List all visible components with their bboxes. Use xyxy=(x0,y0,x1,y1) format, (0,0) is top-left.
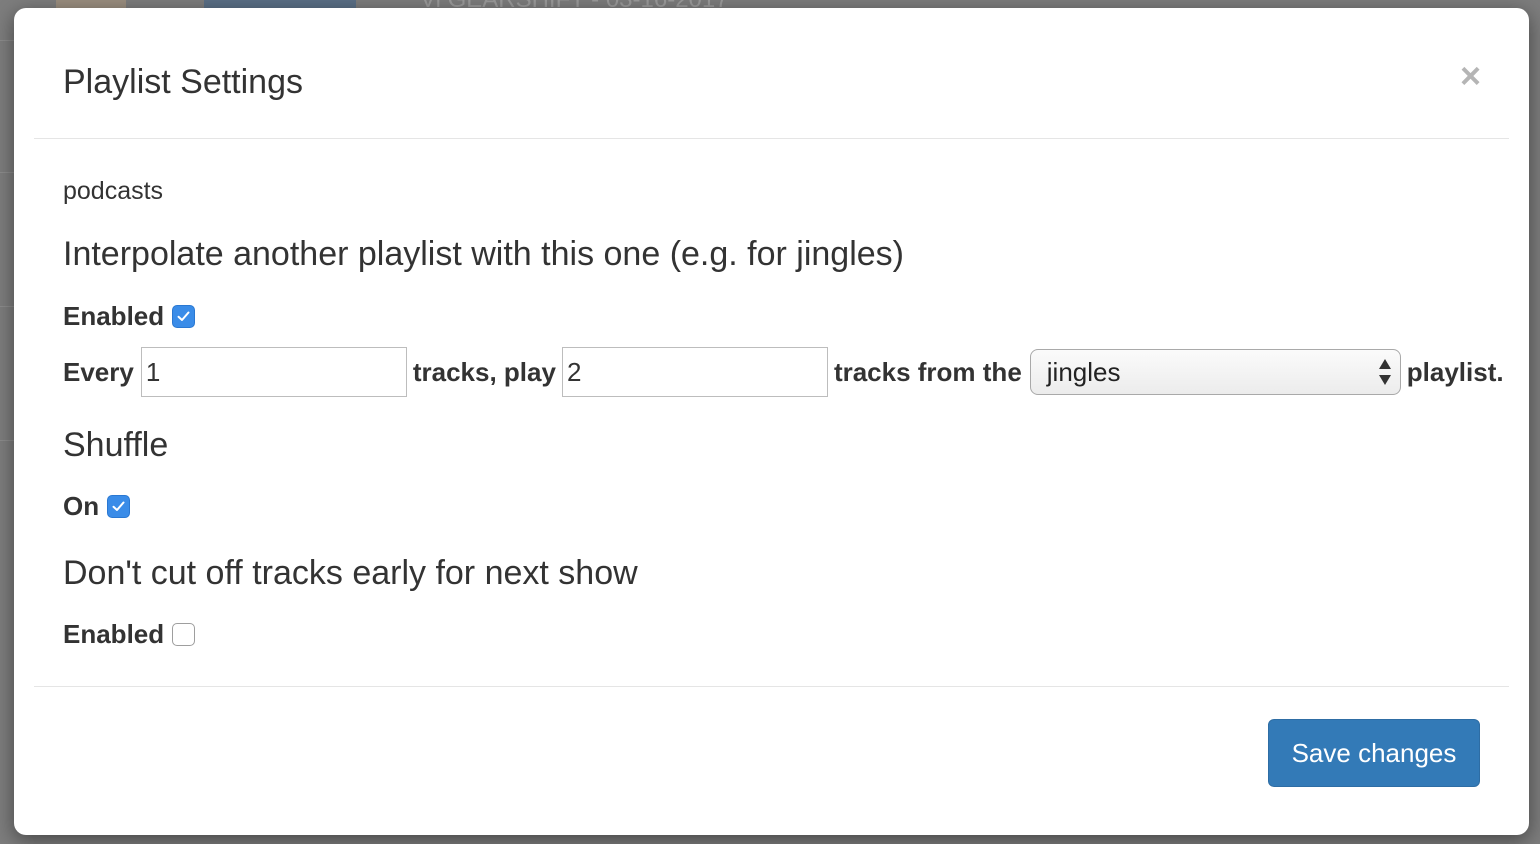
tracks-from-label: tracks from the xyxy=(833,356,1022,387)
modal-title: Playlist Settings xyxy=(63,63,303,101)
interpolate-enabled-checkbox[interactable] xyxy=(172,305,196,328)
tracks-play-label: tracks, play xyxy=(412,356,556,387)
interpolate-enabled-label: Enabled xyxy=(63,301,165,331)
shuffle-on-label: On xyxy=(63,491,100,521)
no-cutoff-heading: Don't cut off tracks early for next show xyxy=(63,554,638,592)
playlist-suffix-label: playlist. xyxy=(1406,356,1504,387)
playlist-select-value: jingles xyxy=(1046,356,1121,387)
background-divider xyxy=(0,40,14,41)
background-bar xyxy=(204,0,356,8)
playlist-select[interactable]: jingles xyxy=(1029,349,1401,395)
every-input[interactable] xyxy=(140,347,407,397)
checkmark-icon xyxy=(112,501,125,511)
background-divider xyxy=(0,306,14,307)
checkmark-icon xyxy=(177,311,190,321)
background-thumbnail xyxy=(56,0,126,8)
every-label: Every xyxy=(63,356,134,387)
background-divider xyxy=(0,172,14,173)
background-divider xyxy=(0,440,14,441)
modal-footer: Save changes xyxy=(34,686,1509,835)
save-changes-button[interactable]: Save changes xyxy=(1268,719,1480,787)
shuffle-heading: Shuffle xyxy=(63,426,169,464)
select-arrows-icon xyxy=(1378,359,1391,385)
shuffle-checkbox[interactable] xyxy=(107,495,131,518)
shuffle-row: On xyxy=(63,491,131,522)
close-icon[interactable]: × xyxy=(1460,58,1481,94)
no-cutoff-row: Enabled xyxy=(63,619,196,650)
modal-header: Playlist Settings × xyxy=(34,8,1509,139)
no-cutoff-checkbox[interactable] xyxy=(172,623,196,646)
interpolate-enabled-row: Enabled xyxy=(63,301,196,332)
interpolate-heading: Interpolate another playlist with this o… xyxy=(63,235,905,273)
interpolate-settings-row: Every tracks, play tracks from the jingl… xyxy=(63,347,1504,397)
playlist-name: podcasts xyxy=(63,177,164,205)
playlist-settings-modal: Playlist Settings × podcasts Interpolate… xyxy=(14,8,1529,835)
play-count-input[interactable] xyxy=(561,347,828,397)
no-cutoff-enabled-label: Enabled xyxy=(63,619,165,649)
